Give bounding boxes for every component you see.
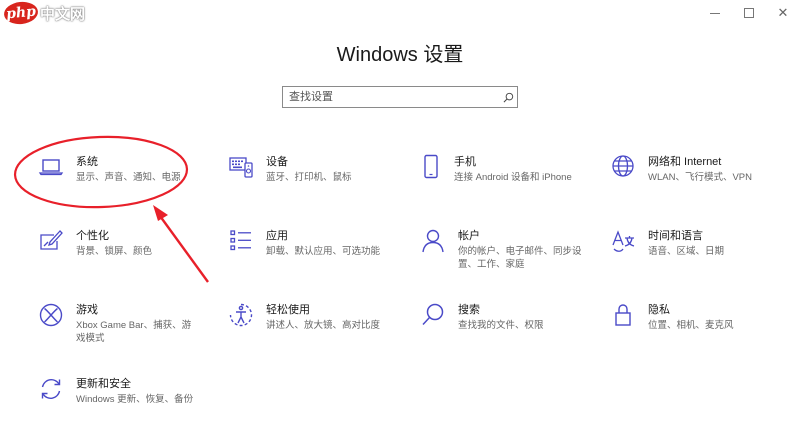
tile-desc: 显示、声音、通知、电源 (76, 172, 181, 183)
tile-name: 帐户 (458, 230, 480, 242)
globe-icon (608, 154, 638, 184)
tile-name: 应用 (266, 230, 288, 242)
tile-desc: 语音、区域、日期 (648, 246, 725, 257)
search-icon[interactable] (499, 92, 517, 103)
update-icon (36, 376, 66, 406)
tile-devices[interactable]: 设备蓝牙、打印机、鼠标 (226, 154, 406, 210)
tile-desc: 连接 Android 设备和 iPhone (454, 172, 572, 183)
ease-of-access-icon (226, 302, 256, 332)
window-controls: ✕ (698, 0, 800, 26)
tile-desc: 背景、锁屏、颜色 (76, 246, 153, 257)
tile-phone[interactable]: 手机连接 Android 设备和 iPhone (418, 154, 598, 210)
tile-name: 网络和 Internet (648, 156, 722, 168)
tile-desc: 查找我的文件、权限 (458, 320, 544, 331)
lock-icon (608, 302, 638, 332)
tile-name: 游戏 (76, 304, 98, 316)
tile-time-language[interactable]: 时间和语言语音、区域、日期 (608, 228, 788, 284)
xbox-icon (36, 302, 66, 332)
tile-desc: WLAN、飞行模式、VPN (648, 172, 752, 183)
tile-desc: 蓝牙、打印机、鼠标 (266, 172, 352, 183)
tile-name: 个性化 (76, 230, 109, 242)
watermark-site-name: 中文网 (40, 5, 86, 23)
tile-search[interactable]: 搜索查找我的文件、权限 (418, 302, 598, 358)
tile-network[interactable]: 网络和 Internet WLAN、飞行模式、VPN (608, 154, 788, 210)
tile-name: 设备 (266, 156, 288, 168)
tile-update-security[interactable]: 更新和安全 Windows 更新、恢复、备份 (36, 376, 216, 432)
tile-desc: 位置、相机、麦克风 (648, 320, 734, 331)
tile-name: 手机 (454, 156, 476, 168)
tile-desc: 你的帐户、电子邮件、同步设置、工作、家庭 (458, 246, 582, 270)
maximize-icon[interactable] (732, 0, 766, 26)
search-input[interactable] (283, 87, 499, 107)
php-logo: php (2, 0, 40, 26)
person-icon (418, 228, 448, 258)
paint-icon (36, 228, 66, 258)
page-title: Windows 设置 (336, 44, 464, 66)
tile-accounts[interactable]: 帐户你的帐户、电子邮件、同步设置、工作、家庭 (418, 228, 598, 284)
tile-desc: 卸载、默认应用、可选功能 (266, 246, 381, 257)
keyboard-icon (226, 154, 256, 184)
tile-ease-of-access[interactable]: 轻松使用讲述人、放大镜、高对比度 (226, 302, 406, 358)
tile-desc: Xbox Game Bar、捕获、游戏模式 (76, 320, 192, 344)
search-icon (418, 302, 448, 332)
tile-name: 隐私 (648, 304, 670, 316)
close-icon[interactable]: ✕ (766, 0, 800, 26)
tile-system[interactable]: 系统显示、声音、通知、电源 (36, 154, 216, 210)
tile-desc: 讲述人、放大镜、高对比度 (266, 320, 381, 331)
search-box[interactable] (282, 86, 518, 108)
tile-apps[interactable]: 应用卸载、默认应用、可选功能 (226, 228, 406, 284)
tile-privacy[interactable]: 隐私位置、相机、麦克风 (608, 302, 788, 358)
tile-name: 更新和安全 (76, 378, 131, 390)
tile-name: 轻松使用 (266, 304, 310, 316)
tile-name: 系统 (76, 156, 98, 168)
tile-name: 搜索 (458, 304, 480, 316)
tile-desc: Windows 更新、恢复、备份 (76, 394, 194, 405)
tile-personalization[interactable]: 个性化背景、锁屏、颜色 (36, 228, 216, 284)
minimize-icon[interactable] (698, 0, 732, 26)
language-icon (608, 228, 638, 258)
tile-gaming[interactable]: 游戏 Xbox Game Bar、捕获、游戏模式 (36, 302, 216, 358)
tile-name: 时间和语言 (648, 230, 703, 242)
apps-list-icon (226, 228, 256, 258)
laptop-icon (36, 154, 66, 184)
phone-icon (418, 154, 444, 184)
php-watermark: php 中文网 (2, 0, 86, 26)
